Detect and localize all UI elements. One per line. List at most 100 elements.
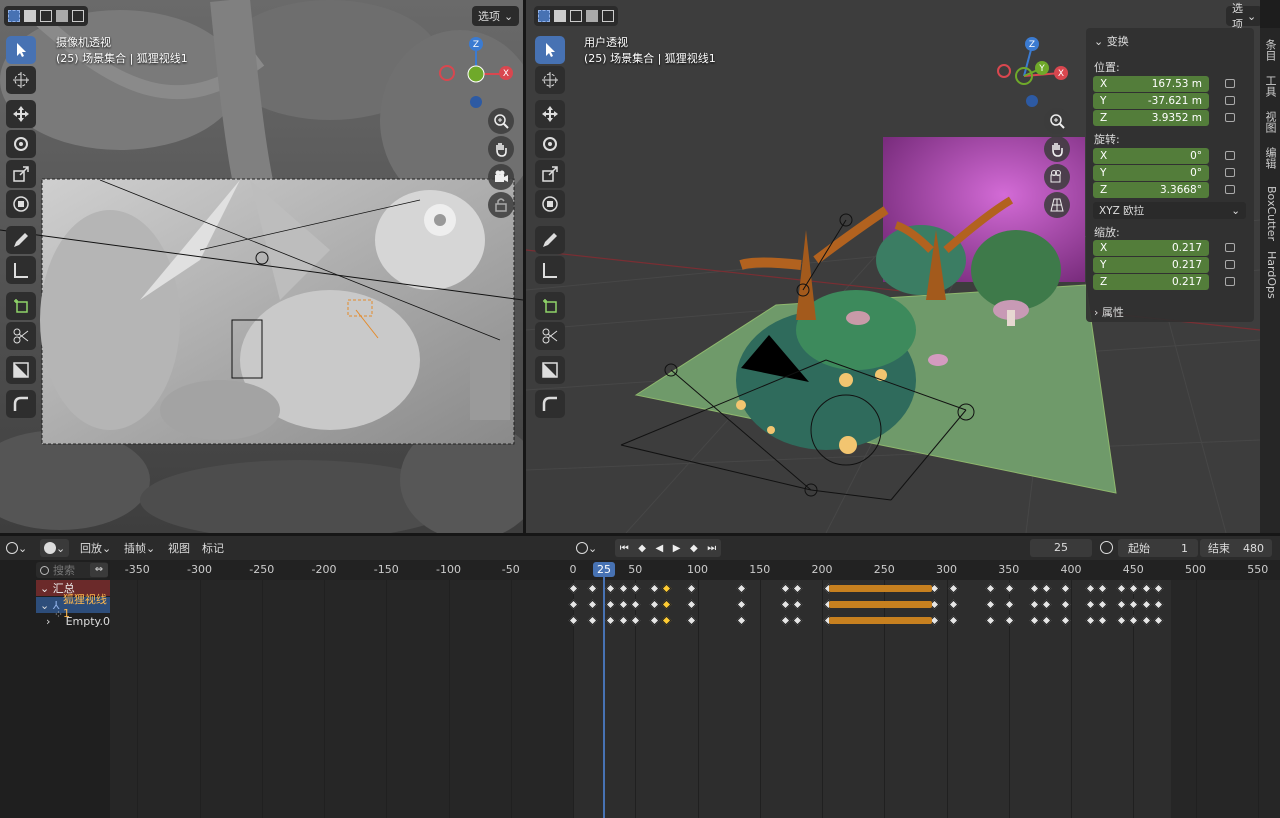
transform-tool-button[interactable] [6,190,36,218]
annotate-tool-button[interactable] [6,226,36,254]
rotation-x-field[interactable]: X 0° [1093,148,1209,164]
lock-icon[interactable] [1225,260,1235,269]
lock-icon[interactable] [1225,113,1235,122]
play-reverse-icon[interactable]: ◀ [656,543,664,554]
lock-icon[interactable] [1225,277,1235,286]
location-x-field[interactable]: X 167.53 m [1093,76,1209,92]
view-toggle-button[interactable] [535,356,565,384]
move-tool-button[interactable] [6,100,36,128]
grid-icon [1050,198,1064,212]
auto-keying-toggle[interactable]: ⌄ [576,539,597,557]
zoom-button[interactable] [1044,108,1070,134]
scale-x-field[interactable]: X 0.217 [1093,240,1209,256]
camera-fly-button[interactable] [1044,164,1070,190]
rotation-z-field[interactable]: Z 3.3668° [1093,182,1209,198]
next-keyframe-icon[interactable]: ◆ [690,543,698,554]
scale-tool-button[interactable] [6,160,36,188]
stopwatch-icon[interactable] [1100,541,1113,554]
tab-view[interactable]: 视图 [1262,108,1278,136]
add-cube-tool-button[interactable] [535,292,565,320]
marker-menu[interactable]: 标记 [202,539,224,557]
view-toggle-button[interactable] [6,356,36,384]
zoom-button[interactable] [488,108,514,134]
right-nav-gizmo[interactable]: Z X Y [996,36,1076,116]
frame-gridline [324,580,325,818]
add-cube-tool-button[interactable] [6,292,36,320]
rotation-mode-dropdown[interactable]: XYZ 欧拉 ⌄ [1093,202,1246,219]
pan-button[interactable] [1044,136,1070,162]
editor-type-dropdown[interactable]: ⌄ [6,539,27,557]
lock-icon[interactable] [1225,168,1235,177]
rotate-tool-button[interactable] [6,130,36,158]
select-tool-button[interactable] [6,36,36,64]
tab-hardops[interactable]: HardOps [1262,250,1278,300]
measure-tool-button[interactable] [6,256,36,284]
lock-icon[interactable] [1225,243,1235,252]
right-options-dropdown[interactable]: 选项 ⌄ [1226,2,1260,31]
dopesheet-area[interactable] [110,560,1280,818]
cut-tool-button[interactable] [535,322,565,350]
axis-label: X [1100,78,1108,90]
gizmo-z-label: Z [473,40,479,50]
view-menu[interactable]: 视图 [168,539,190,557]
cursor-tool-button[interactable] [6,66,36,94]
cut-tool-button[interactable] [6,322,36,350]
end-frame-field[interactable]: 结束 480 [1200,539,1272,557]
frame-icon [13,362,29,378]
camera-view-button[interactable] [488,164,514,190]
playback-controls: ⏮ ◆ ◀ ▶ ◆ ⏭ [615,539,721,557]
rotate-tool-button[interactable] [535,130,565,158]
lock-icon[interactable] [1225,151,1235,160]
swap-icon[interactable]: ⇔ [90,563,108,577]
location-y-field[interactable]: Y -37.621 m [1093,93,1209,109]
transform-tool-button[interactable] [535,190,565,218]
annotate-tool-button[interactable] [535,226,565,254]
bevel-tool-button[interactable] [6,390,36,418]
keying-menu[interactable]: 插帧 ⌄ [124,539,155,557]
channel-object[interactable]: ⌄ ⅄ 狐狸视线1 [36,593,110,620]
tab-item[interactable]: 条目 [1262,36,1278,64]
tab-edit[interactable]: 编辑 [1262,144,1278,172]
right-editor-type-selector[interactable] [534,6,618,26]
jump-start-icon[interactable]: ⏮ [620,543,629,554]
current-frame-field[interactable]: 25 [1030,539,1092,557]
playhead-frame-badge[interactable]: 25 [593,562,615,577]
tab-tool[interactable]: 工具 [1262,72,1278,100]
left-options-label: 选项 [478,10,500,23]
transform-panel-header[interactable]: ⌄ 变换 [1094,33,1129,49]
jump-end-icon[interactable]: ⏭ [707,543,716,554]
lock-icon[interactable] [1225,79,1235,88]
hold-bar[interactable] [829,585,932,592]
location-z-field[interactable]: Z 3.9352 m [1093,110,1209,126]
start-frame-field[interactable]: 起始 1 [1118,539,1198,557]
mode-dropdown[interactable]: ⌄ [40,539,70,557]
left-editor-type-selector[interactable] [4,6,88,26]
playback-menu[interactable]: 回放 ⌄ [80,539,111,557]
cursor-tool-button[interactable] [535,66,565,94]
tab-boxcutter[interactable]: BoxCutter [1262,184,1278,244]
measure-tool-button[interactable] [535,256,565,284]
perspective-toggle-button[interactable] [1044,192,1070,218]
play-icon[interactable]: ▶ [673,543,681,554]
select-tool-button[interactable] [535,36,565,64]
camera-viewport[interactable]: 选项 ⌄ 摄像机透视 (25) 场景集合 | 狐狸视线1 Z X [0,0,523,533]
hold-bar[interactable] [829,617,932,624]
prev-keyframe-icon[interactable]: ◆ [638,543,646,554]
bevel-tool-button[interactable] [535,390,565,418]
properties-panel-header[interactable]: › 属性 [1086,302,1254,322]
hold-bar[interactable] [829,601,932,608]
left-nav-gizmo[interactable]: Z X [438,36,518,116]
lock-icon[interactable] [1225,96,1235,105]
scale-z-field[interactable]: Z 0.217 [1093,274,1209,290]
lock-camera-button[interactable] [488,192,514,218]
lock-icon[interactable] [1225,185,1235,194]
channel-child[interactable]: › ⁘ Empty.0 [36,608,110,629]
scale-tool-button[interactable] [535,160,565,188]
frame-tick-label: -50 [501,563,520,576]
rotation-y-field[interactable]: Y 0° [1093,165,1209,181]
left-options-dropdown[interactable]: 选项 ⌄ [472,6,520,26]
axis-label: Z [1100,112,1108,124]
pan-button[interactable] [488,136,514,162]
move-tool-button[interactable] [535,100,565,128]
scale-y-field[interactable]: Y 0.217 [1093,257,1209,273]
